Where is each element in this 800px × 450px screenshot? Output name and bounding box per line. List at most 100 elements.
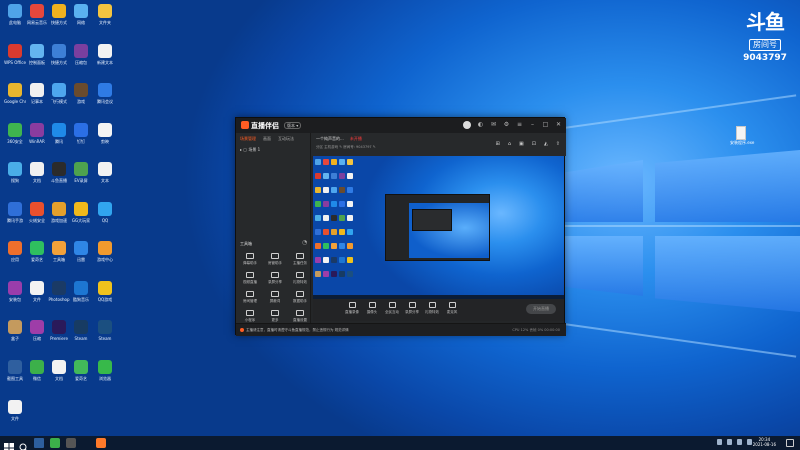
skin-icon[interactable]: ◐ xyxy=(477,121,484,128)
room-title[interactable]: 一个纯声音的... 未开播 xyxy=(316,136,362,142)
desktop-icon[interactable]: 微信 xyxy=(26,360,48,381)
desktop-icon[interactable]: 记事本 xyxy=(26,83,48,104)
desktop-icon[interactable]: QQ xyxy=(94,201,116,223)
desktop-icon[interactable]: 快捷方式 xyxy=(48,43,70,65)
desktop-icon[interactable]: WPS Office xyxy=(4,43,26,65)
desktop-icon[interactable]: 飞行模式 xyxy=(48,83,70,104)
notification-icon[interactable] xyxy=(786,439,794,447)
title-bar[interactable]: 直播伴侣 版本 ▾ ◐ ✉ ⚙ ≡ – □ ✕ xyxy=(236,118,566,133)
desktop-icon[interactable]: 截图工具 xyxy=(4,360,26,381)
volume-icon[interactable] xyxy=(737,439,742,445)
settings-icon[interactable]: ⚙ xyxy=(503,121,510,128)
camera-icon[interactable]: ⌂ xyxy=(508,141,511,147)
desktop-icon[interactable]: 爱奇艺 xyxy=(70,360,92,381)
desktop-icon[interactable]: EV录屏 xyxy=(70,162,92,183)
tools-settings-icon[interactable]: ◔ xyxy=(302,239,307,246)
tab-interact[interactable]: 互动玩法 xyxy=(278,136,294,142)
clock[interactable]: 20:34 2021-08-16 xyxy=(753,437,776,447)
desktop-icon[interactable]: 腾讯手游 xyxy=(4,201,26,223)
app-taskbar-icon[interactable] xyxy=(66,438,76,448)
toolbar-button[interactable]: 录屏分享 xyxy=(403,299,421,315)
minimize-icon[interactable]: – xyxy=(529,121,536,128)
tool-button[interactable]: 房间管理 xyxy=(238,291,262,304)
desktop-icon[interactable]: Steam xyxy=(94,320,116,341)
desktop-icon[interactable]: WinRAR xyxy=(26,122,48,144)
desktop-icon[interactable]: 文件 xyxy=(4,399,26,421)
desktop-icon[interactable]: 360安全 xyxy=(4,122,26,144)
tray-up-icon[interactable] xyxy=(717,439,722,445)
stream-preview[interactable] xyxy=(313,156,564,299)
bell-icon[interactable]: ◭ xyxy=(544,141,548,147)
desktop-icon[interactable]: 剪映 xyxy=(94,122,116,144)
desktop-icon[interactable]: 斗鱼直播 xyxy=(48,162,70,183)
desktop-icon[interactable]: GG大玩家 xyxy=(70,201,92,223)
desktop-icon[interactable]: Steam xyxy=(70,320,92,341)
ime-icon[interactable] xyxy=(747,439,752,445)
desktop-icon[interactable]: 钉钉 xyxy=(70,122,92,144)
desktop-icon[interactable]: 迅雷 xyxy=(70,241,92,262)
menu-icon[interactable]: ≡ xyxy=(516,121,523,128)
desktop-icon[interactable]: Google Chrome xyxy=(4,83,26,104)
share-icon[interactable]: ⇪ xyxy=(556,141,560,147)
desktop-icon[interactable]: 文件夹 xyxy=(94,4,116,25)
avatar[interactable] xyxy=(463,121,471,129)
mail-icon[interactable]: ✉ xyxy=(490,121,497,128)
tool-button[interactable]: 礼物特效 xyxy=(288,272,312,285)
desktop-icon[interactable]: 爱奇艺 xyxy=(26,241,48,262)
desktop-icon[interactable]: 网易云音乐 xyxy=(26,4,48,25)
gift-icon[interactable]: ⊡ xyxy=(532,141,536,147)
toolbar-button[interactable]: 直播录像 xyxy=(343,299,361,315)
desktop-icon[interactable]: Premiere xyxy=(48,320,70,341)
tool-button[interactable]: 数据助手 xyxy=(288,291,312,304)
version-dropdown[interactable]: 版本 ▾ xyxy=(284,122,302,129)
desktop-icon[interactable]: 快捷方式 xyxy=(48,4,70,25)
desktop-file-icon[interactable]: 安装程序.exe xyxy=(730,126,754,146)
tab-source[interactable]: 画面 xyxy=(263,136,271,142)
close-icon[interactable]: ✕ xyxy=(555,121,562,128)
desktop-icon[interactable]: 文件 xyxy=(26,280,48,302)
douyu-taskbar-icon[interactable] xyxy=(96,438,106,448)
desktop-icon[interactable]: 浏览器 xyxy=(94,360,116,381)
tool-button[interactable]: 小程序 xyxy=(238,310,262,323)
start-icon[interactable] xyxy=(4,438,14,450)
tool-button[interactable]: 录屏分享 xyxy=(263,272,287,285)
toolbar-button[interactable]: 全民互动 xyxy=(383,299,401,315)
layout-icon[interactable]: ⊞ xyxy=(496,141,500,147)
tool-button[interactable]: 房管助手 xyxy=(263,253,287,266)
desktop-icon[interactable]: 网络 xyxy=(70,4,92,25)
desktop-icon[interactable]: 控制面板 xyxy=(26,43,48,65)
desktop-icon[interactable]: 文档 xyxy=(26,162,48,183)
tool-button[interactable]: 直播设置 xyxy=(288,310,312,323)
desktop-icon[interactable]: 新建文本 xyxy=(94,43,116,65)
desktop-icon[interactable]: Photoshop xyxy=(48,280,70,302)
desktop-icon[interactable]: 酷狗音乐 xyxy=(70,280,92,302)
start-live-button[interactable]: 开始直播 xyxy=(526,304,556,314)
desktop-icon[interactable]: 腾讯会议 xyxy=(94,83,116,104)
tool-button[interactable]: 屏蔽词 xyxy=(263,291,287,304)
tab-scene[interactable]: 场景管理 xyxy=(240,136,256,142)
tool-button[interactable]: 更多 xyxy=(263,310,287,323)
maximize-icon[interactable]: □ xyxy=(542,121,549,128)
tool-button[interactable]: 弹幕助手 xyxy=(238,253,262,266)
search-icon[interactable] xyxy=(19,438,29,450)
desktop-icon[interactable]: 压缩 xyxy=(26,320,48,341)
network-icon[interactable] xyxy=(727,439,732,445)
scene-item[interactable]: ▸ ▢ 场景 1 xyxy=(240,147,260,153)
toolbar-button[interactable]: 摄像头 xyxy=(363,299,381,315)
desktop-icon[interactable]: 腾讯 xyxy=(48,122,70,144)
desktop-icon[interactable]: 盒子 xyxy=(4,320,26,341)
desktop-icon[interactable]: 游戏中心 xyxy=(94,241,116,262)
desktop-icon[interactable]: 搜狗 xyxy=(4,162,26,183)
desktop-icon[interactable]: 安装包 xyxy=(4,280,26,302)
desktop-icon[interactable]: 游戏加速 xyxy=(48,201,70,223)
desktop-icon[interactable]: 游戏 xyxy=(70,83,92,104)
desktop-icon[interactable]: QQ游戏 xyxy=(94,280,116,302)
desktop-icon[interactable]: 文档 xyxy=(48,360,70,381)
desktop-icon[interactable]: 此电脑 xyxy=(4,4,26,25)
desktop-icon[interactable]: 压缩包 xyxy=(70,43,92,65)
wechat-taskbar-icon[interactable] xyxy=(50,438,60,448)
screen-icon[interactable]: ▣ xyxy=(519,141,524,147)
tool-button[interactable]: 视频直播 xyxy=(238,272,262,285)
toolbar-button[interactable]: 麦克风 xyxy=(443,299,461,315)
desktop-icon[interactable]: 工具箱 xyxy=(48,241,70,262)
